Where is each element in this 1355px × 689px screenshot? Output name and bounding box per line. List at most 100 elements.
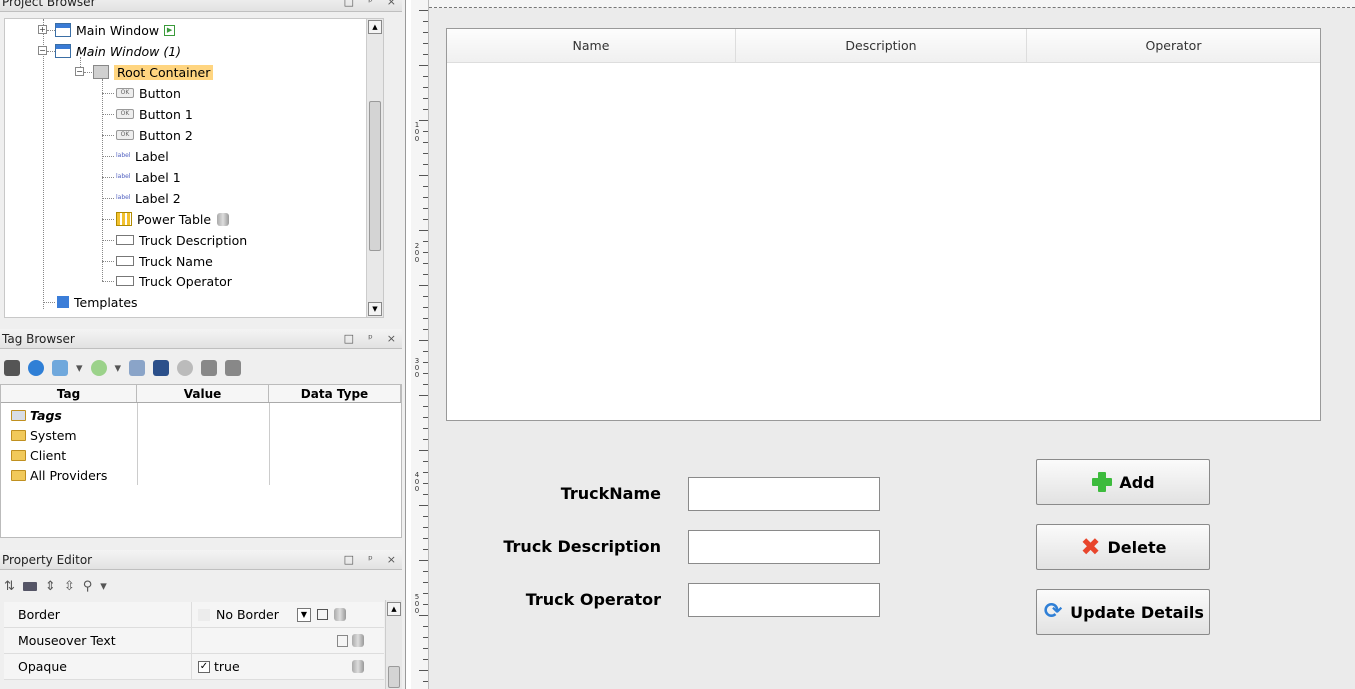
ruler-tick — [419, 615, 428, 616]
chevron-down-icon[interactable]: ▾ — [100, 579, 107, 594]
text-field-icon — [116, 276, 134, 286]
column-header-description[interactable]: Description — [736, 29, 1027, 62]
close-icon[interactable]: × — [387, 332, 396, 345]
tree-scrollbar[interactable]: ▲ ▼ — [366, 19, 383, 317]
chevron-down-icon[interactable]: ▾ — [76, 361, 83, 376]
tree-item-button[interactable]: OK Button — [116, 83, 181, 103]
tag-row-label: System — [30, 427, 77, 443]
chevron-down-icon[interactable]: ▾ — [115, 361, 122, 376]
project-tree: + Main Window ▶ − Main Window (1) − Root… — [4, 18, 384, 318]
property-scrollbar[interactable]: ▲ — [385, 600, 402, 689]
database-icon[interactable] — [352, 634, 364, 647]
tag-browser-title: Tag Browser — [2, 331, 75, 346]
link-icon[interactable] — [316, 609, 328, 620]
truck-operator-input[interactable] — [688, 583, 880, 617]
expand-all-icon[interactable]: ⇕ — [45, 579, 56, 594]
float-icon[interactable]: □ — [344, 553, 354, 566]
tree-item-button-2[interactable]: OK Button 2 — [116, 125, 193, 145]
tree-item-root-container[interactable]: Root Container — [93, 62, 214, 82]
tree-item-truck-name[interactable]: Truck Name — [116, 251, 213, 271]
ruler-tick — [423, 32, 428, 33]
database-icon[interactable] — [352, 660, 364, 673]
grid-icon[interactable] — [52, 360, 68, 376]
ruler-tick — [419, 10, 428, 11]
truck-description-input[interactable] — [688, 530, 880, 564]
dropdown-icon[interactable]: ▼ — [296, 607, 311, 622]
tag-row-client[interactable]: Client — [1, 445, 66, 465]
scroll-down-icon[interactable]: ▼ — [368, 302, 382, 316]
float-icon[interactable]: □ — [344, 332, 354, 345]
tree-item-button-1[interactable]: OK Button 1 — [116, 104, 193, 124]
scroll-up-icon[interactable]: ▲ — [368, 20, 382, 34]
column-header-value[interactable]: Value — [137, 385, 269, 402]
checkbox-checked-icon[interactable]: ✓ — [198, 660, 210, 673]
scroll-thumb[interactable] — [388, 666, 400, 688]
filter-icon[interactable]: ⚲ — [83, 579, 93, 594]
scroll-up-icon[interactable]: ▲ — [387, 602, 401, 616]
window-icon — [55, 23, 71, 37]
ruler-tick — [419, 65, 428, 66]
tree-item-label-1[interactable]: label Label 1 — [116, 167, 181, 187]
edit-tag-icon[interactable] — [129, 360, 146, 376]
ruler-tick — [419, 340, 428, 341]
tag-row-label: Tags — [30, 407, 62, 423]
templates-icon — [57, 296, 69, 308]
pin-icon[interactable]: ᵖ — [368, 553, 373, 566]
ruler-tick — [423, 296, 428, 297]
property-name: Opaque — [4, 654, 192, 679]
delete-button[interactable]: ✖ Delete — [1036, 524, 1210, 570]
export-icon[interactable] — [225, 360, 242, 376]
scroll-thumb[interactable] — [369, 101, 381, 251]
ruler-tick — [423, 109, 428, 110]
tag-row-system[interactable]: System — [1, 425, 77, 445]
property-row-mouseover-text[interactable]: Mouseover Text — [4, 628, 384, 654]
edit-text-icon[interactable] — [337, 634, 348, 647]
basic-view-icon[interactable] — [22, 581, 37, 591]
sort-alpha-icon[interactable]: ⇅ — [4, 579, 15, 594]
tag-row-tags[interactable]: Tags — [1, 405, 62, 425]
expand-toggle[interactable]: + — [38, 25, 47, 34]
power-table[interactable]: Name Description Operator — [446, 28, 1321, 421]
column-header-operator[interactable]: Operator — [1027, 29, 1320, 62]
tree-item-truck-description[interactable]: Truck Description — [116, 230, 247, 250]
pin-icon[interactable]: ᵖ — [368, 0, 373, 8]
tree-item-power-table[interactable]: Power Table — [116, 209, 235, 229]
float-icon[interactable]: □ — [344, 0, 354, 8]
add-button-label: Add — [1119, 472, 1155, 492]
collapse-toggle[interactable]: − — [38, 46, 47, 55]
tree-item-main-window[interactable]: Main Window ▶ — [55, 20, 176, 40]
column-header-data-type[interactable]: Data Type — [269, 385, 401, 402]
tag-row-label: Client — [30, 447, 67, 463]
close-icon[interactable]: × — [387, 0, 396, 8]
add-button[interactable]: Add — [1036, 459, 1210, 505]
database-icon[interactable] — [333, 608, 346, 621]
opc-icon[interactable] — [153, 360, 170, 376]
collapse-toggle[interactable]: − — [75, 67, 84, 76]
tree-item-label[interactable]: label Label — [116, 146, 169, 166]
tree-item-truck-operator[interactable]: Truck Operator — [116, 271, 232, 291]
property-row-border[interactable]: Border No Border ▼ — [4, 602, 384, 628]
ruler-tick — [419, 285, 428, 286]
add-tag-icon[interactable] — [90, 360, 107, 376]
property-row-opaque[interactable]: Opaque ✓ true — [4, 654, 384, 680]
tree-item-templates[interactable]: Templates — [57, 292, 138, 312]
binoculars-icon[interactable] — [4, 360, 20, 376]
pin-icon[interactable]: ᵖ — [368, 332, 373, 345]
ruler-tick — [423, 461, 428, 462]
column-header-name[interactable]: Name — [447, 29, 736, 62]
collapse-all-icon[interactable]: ⇳ — [64, 579, 75, 594]
ruler-tick — [423, 571, 428, 572]
tree-item-label: Label 2 — [135, 190, 181, 206]
tree-item-label-2[interactable]: label Label 2 — [116, 188, 181, 208]
refresh-icon[interactable] — [28, 360, 44, 376]
delete-tag-icon[interactable] — [177, 360, 194, 376]
tree-item-main-window-1[interactable]: Main Window (1) — [55, 41, 181, 61]
tag-row-all-providers[interactable]: All Providers — [1, 465, 107, 485]
truck-name-input[interactable] — [688, 477, 880, 511]
ruler-tick — [419, 175, 428, 176]
close-icon[interactable]: × — [387, 553, 396, 566]
update-details-button[interactable]: ⟳ Update Details — [1036, 589, 1210, 635]
column-header-tag[interactable]: Tag — [1, 385, 137, 402]
import-icon[interactable] — [201, 360, 218, 376]
table-header: Name Description Operator — [447, 29, 1320, 63]
